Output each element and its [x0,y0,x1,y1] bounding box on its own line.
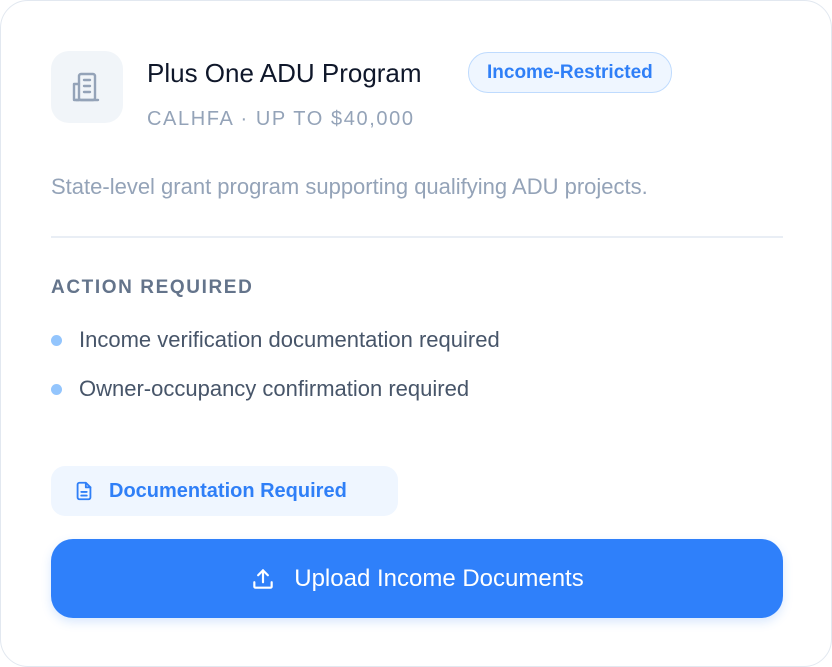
upload-income-documents-button[interactable]: Upload Income Documents [51,539,783,618]
program-card: Plus One ADU Program Income-Restricted C… [0,0,832,667]
divider [51,236,783,238]
document-icon [76,481,92,501]
requirement-item: Owner-occupancy confirmation required [51,374,469,404]
requirement-text: Income verification documentation requir… [79,327,500,352]
action-required-label: ACTION REQUIRED [51,277,254,298]
program-icon-tile [51,51,123,123]
upload-icon [253,568,273,589]
requirement-text: Owner-occupancy confirmation required [79,376,470,401]
program-subtitle: CALHFA · UP TO $40,000 [147,108,415,130]
program-title: Plus One ADU Program [147,58,422,88]
bullet-dot [51,334,62,346]
upload-button-label: Upload Income Documents [294,564,584,592]
building-icon [72,72,100,102]
income-restricted-badge: Income-Restricted [468,52,672,93]
program-description: State-level grant program supporting qua… [51,174,648,199]
requirement-item: Income verification documentation requir… [51,325,500,355]
documentation-required-label: Documentation Required [109,479,347,502]
bullet-dot [51,383,62,395]
documentation-required-pill: Documentation Required [51,466,398,516]
